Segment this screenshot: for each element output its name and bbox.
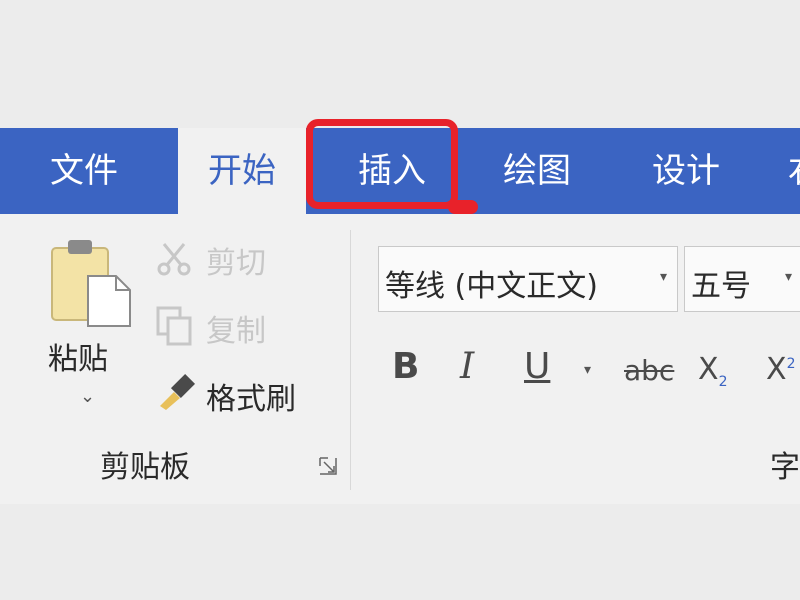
- paste-dropdown-arrow[interactable]: ⌄: [80, 386, 95, 407]
- superscript-button[interactable]: X2: [766, 352, 795, 387]
- chevron-down-icon: ▾: [785, 269, 793, 285]
- clipboard-group-title: 剪贴板: [100, 450, 190, 485]
- format-painter-button[interactable]: 格式刷: [206, 374, 296, 418]
- group-divider: [350, 230, 351, 490]
- scissors-icon: [157, 243, 191, 276]
- paste-icon[interactable]: [48, 238, 134, 328]
- document-area: [0, 504, 800, 600]
- font-size-dropdown[interactable]: 五号 ▾: [684, 246, 800, 312]
- title-area: [0, 0, 800, 128]
- font-name-dropdown[interactable]: 等线 (中文正文) ▾: [378, 246, 678, 312]
- paste-button-label[interactable]: 粘贴: [48, 334, 108, 378]
- dialog-launcher-icon[interactable]: [318, 456, 338, 476]
- underline-dropdown-arrow[interactable]: ▾: [584, 362, 591, 378]
- font-group-title: 字: [770, 450, 800, 485]
- tab-more-partial[interactable]: 右: [788, 128, 800, 214]
- subscript-mark: 2: [718, 374, 728, 390]
- chevron-down-icon: ▾: [659, 269, 667, 285]
- bold-button[interactable]: B: [392, 346, 419, 387]
- insert-tab-highlight-annotation: [306, 119, 458, 209]
- tab-file[interactable]: 文件: [50, 128, 118, 214]
- strikethrough-button[interactable]: abc: [624, 354, 674, 387]
- tab-draw[interactable]: 绘图: [503, 128, 571, 214]
- superscript-base: X: [766, 352, 787, 387]
- superscript-mark: 2: [786, 356, 796, 372]
- subscript-base: X: [698, 352, 719, 387]
- font-size-value: 五号: [691, 269, 751, 304]
- copy-icon: [156, 306, 192, 346]
- font-name-value: 等线 (中文正文): [385, 269, 598, 304]
- cut-button[interactable]: 剪切: [206, 238, 266, 282]
- tab-home[interactable]: 开始: [178, 128, 306, 214]
- underline-button[interactable]: U: [524, 346, 550, 387]
- format-painter-icon: [160, 373, 196, 410]
- subscript-button[interactable]: X2: [698, 352, 727, 390]
- highlight-annotation-tail: [448, 200, 478, 214]
- italic-button[interactable]: I: [460, 346, 474, 387]
- tab-design[interactable]: 设计: [652, 128, 720, 214]
- copy-button[interactable]: 复制: [206, 306, 266, 350]
